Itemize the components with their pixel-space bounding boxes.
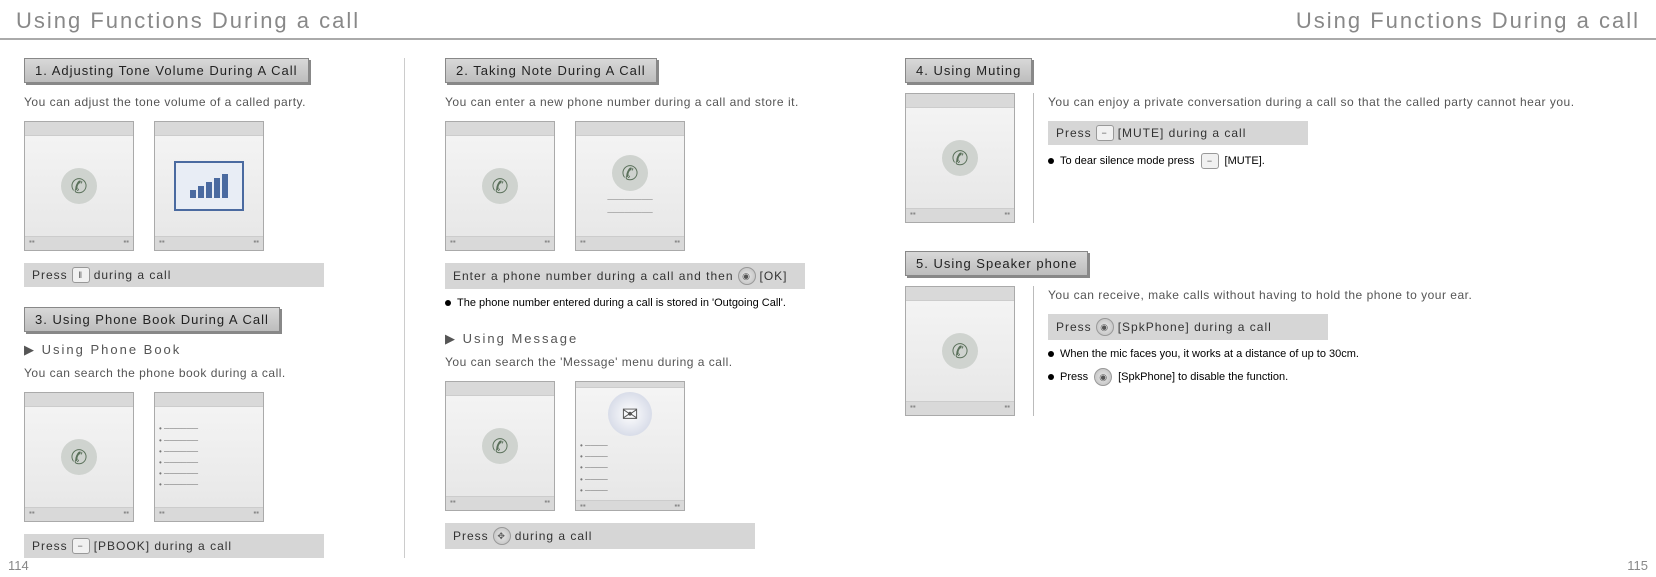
section-3b-screens: ✆ ▪▪▪▪ ✉ • ────• ────• ────• ────• ──── … (445, 381, 845, 511)
instruction-text: Press (32, 268, 68, 282)
bullet-text: To dear silence mode press (1060, 155, 1195, 167)
section-3-head: 3. Using Phone Book During A Call (24, 307, 280, 332)
phone-screen: ✆──────────────── ▪▪▪▪ (575, 121, 685, 251)
content: 1. Adjusting Tone Volume During A Call Y… (0, 40, 1656, 558)
message-icon: ✉ (608, 392, 652, 436)
bullet-dot-icon (1048, 158, 1054, 164)
section-4-text: You can enjoy a private conversation dur… (1033, 93, 1632, 223)
volume-indicator-icon (174, 161, 244, 211)
phone-call-icon: ✆ (942, 140, 978, 176)
softkey-icon: − (1201, 153, 1219, 169)
section-4-bullet: To dear silence mode press − [MUTE]. (1048, 153, 1632, 169)
bullet-dot-icon (445, 300, 451, 306)
instruction-text: [MUTE] during a call (1118, 126, 1247, 140)
section-1-instruction: Press ‖ during a call (24, 263, 324, 287)
section-5-head: 5. Using Speaker phone (905, 251, 1088, 276)
section-1-screens: ✆ ▪▪▪▪ ▪▪▪▪ (24, 121, 364, 251)
phone-call-icon: ✆ (612, 155, 648, 191)
message-menu-list: • ────• ────• ────• ────• ──── (580, 440, 680, 496)
page-number-right: 115 (1627, 558, 1648, 573)
bullet-dot-icon (1048, 374, 1054, 380)
section-2-desc: You can enter a new phone number during … (445, 93, 845, 111)
phone-call-icon: ✆ (482, 428, 518, 464)
section-5-desc: You can receive, make calls without havi… (1048, 286, 1632, 304)
phone-screen: • ──────• ──────• ──────• ──────• ──────… (154, 392, 264, 522)
phone-screen: ✆ ▪▪▪▪ (905, 286, 1015, 416)
phone-screen: ✆ ▪▪▪▪ (445, 381, 555, 511)
volume-key-icon: ‖ (72, 267, 90, 283)
section-5-text: You can receive, make calls without havi… (1033, 286, 1632, 416)
instruction-text: [OK] (760, 269, 788, 283)
phone-screen: ▪▪▪▪ (154, 121, 264, 251)
page-number-left: 114 (8, 558, 29, 573)
section-1-desc: You can adjust the tone volume of a call… (24, 93, 364, 111)
page-numbers: 114 115 (0, 558, 1656, 573)
phone-call-icon: ✆ (942, 333, 978, 369)
section-2-screens: ✆ ▪▪▪▪ ✆──────────────── ▪▪▪▪ (445, 121, 845, 251)
section-3a-screens: ✆ ▪▪▪▪ • ──────• ──────• ──────• ──────•… (24, 392, 364, 522)
section-5-instruction: Press ◉ [SpkPhone] during a call (1048, 314, 1328, 340)
phone-screen: ✆ ▪▪▪▪ (24, 392, 134, 522)
bullet-text: [MUTE]. (1225, 155, 1265, 167)
nav-key-icon: ✥ (493, 527, 511, 545)
section-3a-instruction: Press − [PBOOK] during a call (24, 534, 324, 558)
phone-call-icon: ✆ (482, 168, 518, 204)
section-3a-desc: You can search the phone book during a c… (24, 364, 364, 382)
column-2: 2. Taking Note During A Call You can ent… (445, 58, 845, 558)
bullet-text: When the mic faces you, it works at a di… (1060, 348, 1359, 360)
softkey-icon: − (72, 538, 90, 554)
bullet-dot-icon (1048, 351, 1054, 357)
header-title-right: Using Functions During a call (1296, 8, 1640, 34)
section-3b-instruction: Press ✥ during a call (445, 523, 755, 549)
section-1-head: 1. Adjusting Tone Volume During A Call (24, 58, 309, 83)
instruction-text: Press (32, 539, 68, 553)
phone-call-icon: ✆ (61, 168, 97, 204)
instruction-text: Press (453, 529, 489, 543)
instruction-text: [SpkPhone] during a call (1118, 320, 1272, 334)
section-4-instruction: Press − [MUTE] during a call (1048, 121, 1308, 145)
column-1: 1. Adjusting Tone Volume During A Call Y… (24, 58, 364, 558)
ok-key-icon: ◉ (738, 267, 756, 285)
left-half: 1. Adjusting Tone Volume During A Call Y… (24, 58, 845, 558)
phone-screen: ✆ ▪▪▪▪ (445, 121, 555, 251)
right-half: 4. Using Muting ✆ ▪▪▪▪ You can enjoy a p… (885, 58, 1632, 558)
section-4-head: 4. Using Muting (905, 58, 1032, 83)
phonebook-menu-list: • ──────• ──────• ──────• ──────• ──────… (159, 423, 259, 490)
section-3b-subhead: ▶ Using Message (445, 331, 845, 347)
section-3a-subhead: ▶ Using Phone Book (24, 342, 364, 358)
phone-screen: ✆ ▪▪▪▪ (24, 121, 134, 251)
section-4-desc: You can enjoy a private conversation dur… (1048, 93, 1632, 111)
section-2-bullet: The phone number entered during a call i… (445, 297, 845, 309)
section-5-bullet1: When the mic faces you, it works at a di… (1048, 348, 1632, 360)
ok-key-icon: ◉ (1094, 368, 1112, 386)
section-3b-desc: You can search the 'Message' menu during… (445, 353, 845, 371)
bullet-text: The phone number entered during a call i… (457, 297, 786, 309)
bullet-text: [SpkPhone] to disable the function. (1118, 371, 1288, 383)
phone-screen: ✉ • ────• ────• ────• ────• ──── ▪▪▪▪ (575, 381, 685, 511)
page-header: Using Functions During a call Using Func… (0, 0, 1656, 40)
softkey-icon: − (1096, 125, 1114, 141)
instruction-text: during a call (515, 529, 593, 543)
instruction-text: [PBOOK] during a call (94, 539, 232, 553)
vertical-divider (404, 58, 405, 558)
header-title-left: Using Functions During a call (16, 8, 360, 34)
instruction-text: Press (1056, 320, 1092, 334)
section-5: 5. Using Speaker phone ✆ ▪▪▪▪ You can re… (905, 251, 1632, 416)
bullet-text: Press (1060, 371, 1088, 383)
instruction-text: Press (1056, 126, 1092, 140)
section-5-bullet2: Press ◉ [SpkPhone] to disable the functi… (1048, 368, 1632, 386)
section-2-instruction: Enter a phone number during a call and t… (445, 263, 805, 289)
instruction-text: during a call (94, 268, 172, 282)
ok-key-icon: ◉ (1096, 318, 1114, 336)
phone-call-icon: ✆ (61, 439, 97, 475)
section-4: 4. Using Muting ✆ ▪▪▪▪ You can enjoy a p… (905, 58, 1632, 223)
phone-screen: ✆ ▪▪▪▪ (905, 93, 1015, 223)
section-2-head: 2. Taking Note During A Call (445, 58, 657, 83)
instruction-text: Enter a phone number during a call and t… (453, 269, 734, 283)
